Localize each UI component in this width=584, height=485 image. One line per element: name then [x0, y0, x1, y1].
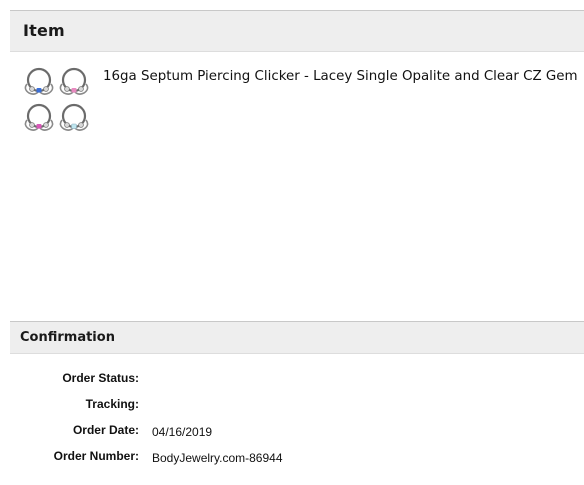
septum-clicker-variants-icon [24, 67, 89, 131]
order-number-label: Order Number: [53, 449, 139, 463]
tracking-row: Tracking: [0, 397, 584, 417]
order-number-row: Order Number: BodyJewelry.com-86944 [0, 449, 584, 469]
order-status-row: Order Status: [0, 371, 584, 391]
order-number-value: BodyJewelry.com-86944 [152, 451, 283, 465]
product-thumbnail[interactable] [22, 64, 94, 136]
item-section-header: Item [10, 10, 584, 52]
item-section-title: Item [23, 21, 65, 40]
order-status-label: Order Status: [62, 371, 139, 385]
confirmation-section-header: Confirmation [10, 321, 584, 354]
order-date-value: 04/16/2019 [152, 425, 213, 439]
product-title[interactable]: 16ga Septum Piercing Clicker - Lacey Sin… [103, 69, 578, 84]
order-date-row: Order Date: 04/16/2019 [0, 423, 584, 443]
tracking-label: Tracking: [85, 397, 139, 411]
order-date-label: Order Date: [72, 423, 139, 437]
confirmation-section-title: Confirmation [20, 330, 115, 345]
